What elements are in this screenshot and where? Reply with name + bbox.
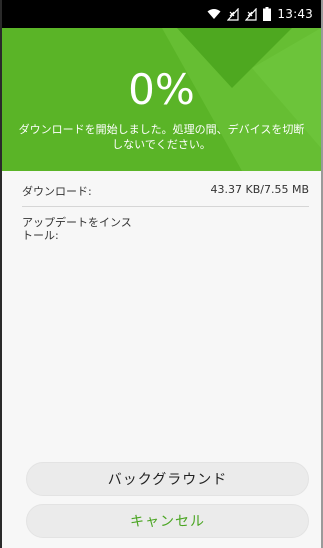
download-message: ダウンロードを開始しました。処理の間、デバイスを切断しないでください。 — [18, 123, 305, 151]
download-label: ダウンロード: — [22, 185, 92, 198]
battery-icon — [263, 7, 272, 21]
sim-no-signal-icon — [245, 7, 258, 21]
progress-header: 0% ダウンロードを開始しました。処理の間、デバイスを切断しないでください。 — [2, 28, 321, 171]
cancel-button[interactable]: キャンセル — [26, 504, 309, 538]
divider — [22, 206, 309, 207]
download-row: ダウンロード: 43.37 KB/7.55 MB — [22, 183, 309, 199]
progress-percent: 0% — [128, 65, 195, 114]
status-icons: 13:43 — [207, 6, 313, 22]
status-time: 13:43 — [277, 7, 313, 21]
download-size: 43.37 KB/7.55 MB — [210, 183, 309, 196]
screen: 13:43 0% ダウンロードを開始しました。処理の間、デバイスを切断しないでく… — [0, 0, 323, 548]
install-row: アップデートをインストール: — [22, 216, 132, 242]
background-button[interactable]: バックグラウンド — [26, 462, 309, 496]
status-bar: 13:43 — [2, 0, 321, 28]
wifi-icon — [207, 9, 221, 19]
sim-no-signal-icon — [227, 7, 240, 21]
install-label: アップデートをインストール: — [22, 216, 132, 242]
